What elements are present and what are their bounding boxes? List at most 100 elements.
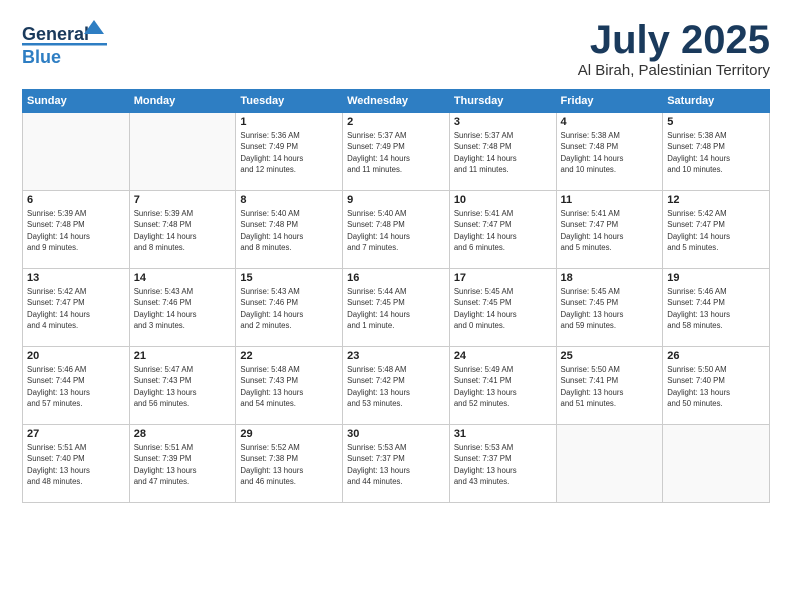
day-number: 29: [240, 428, 338, 440]
calendar-cell: 8 Sunrise: 5:40 AMSunset: 7:48 PMDaylight…: [236, 191, 343, 269]
calendar-cell: 31 Sunrise: 5:53 AMSunset: 7:37 PMDayligh…: [449, 425, 556, 503]
day-info: Sunrise: 5:38 AMSunset: 7:48 PMDaylight:…: [667, 130, 765, 175]
calendar-cell: 17 Sunrise: 5:45 AMSunset: 7:45 PMDayligh…: [449, 269, 556, 347]
calendar-cell: 15 Sunrise: 5:43 AMSunset: 7:46 PMDayligh…: [236, 269, 343, 347]
day-number: 5: [667, 116, 765, 128]
calendar-cell: 13 Sunrise: 5:42 AMSunset: 7:47 PMDayligh…: [23, 269, 130, 347]
day-info: Sunrise: 5:43 AMSunset: 7:46 PMDaylight:…: [240, 286, 338, 331]
calendar-week-4: 20 Sunrise: 5:46 AMSunset: 7:44 PMDayligh…: [23, 347, 770, 425]
day-number: 8: [240, 194, 338, 206]
day-number: 14: [134, 272, 232, 284]
calendar-cell: [556, 425, 663, 503]
calendar-cell: 4Sunrise: 5:38 AMSunset: 7:48 PMDaylight…: [556, 113, 663, 191]
svg-text:Blue: Blue: [22, 47, 61, 67]
calendar-cell: 2 Sunrise: 5:37 AMSunset: 7:49 PMDaylight…: [343, 113, 450, 191]
calendar-table: Sunday Monday Tuesday Wednesday Thursday…: [22, 89, 770, 503]
calendar-cell: 7 Sunrise: 5:39 AMSunset: 7:48 PMDaylight…: [129, 191, 236, 269]
day-info: Sunrise: 5:37 AMSunset: 7:49 PMDaylight:…: [347, 130, 445, 175]
day-info: Sunrise: 5:53 AMSunset: 7:37 PMDaylight:…: [454, 442, 552, 487]
day-info: Sunrise: 5:39 AMSunset: 7:48 PMDaylight:…: [134, 208, 232, 253]
calendar-cell: [129, 113, 236, 191]
col-saturday: Saturday: [663, 90, 770, 113]
page: General Blue July 2025 Al Birah, Palesti…: [0, 0, 792, 612]
day-number: 28: [134, 428, 232, 440]
day-info: Sunrise: 5:50 AMSunset: 7:41 PMDaylight:…: [561, 364, 659, 409]
day-info: Sunrise: 5:51 AMSunset: 7:40 PMDaylight:…: [27, 442, 125, 487]
day-number: 20: [27, 350, 125, 362]
calendar-cell: 28Sunrise: 5:51 AMSunset: 7:39 PMDayligh…: [129, 425, 236, 503]
calendar-cell: 29 Sunrise: 5:52 AMSunset: 7:38 PMDayligh…: [236, 425, 343, 503]
calendar-header-row: Sunday Monday Tuesday Wednesday Thursday…: [23, 90, 770, 113]
day-info: Sunrise: 5:43 AMSunset: 7:46 PMDaylight:…: [134, 286, 232, 331]
day-number: 1: [240, 116, 338, 128]
day-number: 6: [27, 194, 125, 206]
col-friday: Friday: [556, 90, 663, 113]
calendar-week-5: 27 Sunrise: 5:51 AMSunset: 7:40 PMDayligh…: [23, 425, 770, 503]
day-number: 15: [240, 272, 338, 284]
calendar-cell: 30 Sunrise: 5:53 AMSunset: 7:37 PMDayligh…: [343, 425, 450, 503]
calendar-cell: 14 Sunrise: 5:43 AMSunset: 7:46 PMDayligh…: [129, 269, 236, 347]
calendar-week-3: 13 Sunrise: 5:42 AMSunset: 7:47 PMDayligh…: [23, 269, 770, 347]
day-info: Sunrise: 5:38 AMSunset: 7:48 PMDaylight:…: [561, 130, 659, 175]
day-number: 7: [134, 194, 232, 206]
day-number: 21: [134, 350, 232, 362]
day-number: 25: [561, 350, 659, 362]
day-info: Sunrise: 5:37 AMSunset: 7:48 PMDaylight:…: [454, 130, 552, 175]
day-number: 10: [454, 194, 552, 206]
day-info: Sunrise: 5:46 AMSunset: 7:44 PMDaylight:…: [667, 286, 765, 331]
month-title: July 2025: [578, 18, 770, 62]
day-info: Sunrise: 5:48 AMSunset: 7:42 PMDaylight:…: [347, 364, 445, 409]
day-info: Sunrise: 5:41 AMSunset: 7:47 PMDaylight:…: [561, 208, 659, 253]
day-number: 27: [27, 428, 125, 440]
calendar-cell: 6Sunrise: 5:39 AMSunset: 7:48 PMDaylight…: [23, 191, 130, 269]
day-number: 12: [667, 194, 765, 206]
title-block: July 2025 Al Birah, Palestinian Territor…: [578, 18, 770, 79]
day-info: Sunrise: 5:49 AMSunset: 7:41 PMDaylight:…: [454, 364, 552, 409]
calendar-cell: 22Sunrise: 5:48 AMSunset: 7:43 PMDayligh…: [236, 347, 343, 425]
day-number: 30: [347, 428, 445, 440]
calendar-cell: 10 Sunrise: 5:41 AMSunset: 7:47 PMDayligh…: [449, 191, 556, 269]
day-number: 19: [667, 272, 765, 284]
calendar-week-2: 6 Sunrise: 5:39 AMSunset: 7:48 PMDaylight…: [23, 191, 770, 269]
day-number: 9: [347, 194, 445, 206]
calendar-cell: 25 Sunrise: 5:50 AMSunset: 7:41 PMDayligh…: [556, 347, 663, 425]
day-number: 2: [347, 116, 445, 128]
calendar-cell: 21 Sunrise: 5:47 AMSunset: 7:43 PMDayligh…: [129, 347, 236, 425]
day-info: Sunrise: 5:45 AMSunset: 7:45 PMDaylight:…: [454, 286, 552, 331]
calendar-cell: 27 Sunrise: 5:51 AMSunset: 7:40 PMDayligh…: [23, 425, 130, 503]
calendar-cell: 20 Sunrise: 5:46 AMSunset: 7:44 PMDayligh…: [23, 347, 130, 425]
calendar-cell: [663, 425, 770, 503]
day-info: Sunrise: 5:40 AMSunset: 7:48 PMDaylight:…: [240, 208, 338, 253]
col-monday: Monday: [129, 90, 236, 113]
day-number: 23: [347, 350, 445, 362]
col-sunday: Sunday: [23, 90, 130, 113]
day-info: Sunrise: 5:42 AMSunset: 7:47 PMDaylight:…: [27, 286, 125, 331]
day-info: Sunrise: 5:41 AMSunset: 7:47 PMDaylight:…: [454, 208, 552, 253]
day-number: 3: [454, 116, 552, 128]
day-number: 16: [347, 272, 445, 284]
day-info: Sunrise: 5:44 AMSunset: 7:45 PMDaylight:…: [347, 286, 445, 331]
calendar-week-1: 1Sunrise: 5:36 AMSunset: 7:49 PMDaylight…: [23, 113, 770, 191]
location: Al Birah, Palestinian Territory: [578, 62, 770, 79]
day-info: Sunrise: 5:47 AMSunset: 7:43 PMDaylight:…: [134, 364, 232, 409]
day-info: Sunrise: 5:46 AMSunset: 7:44 PMDaylight:…: [27, 364, 125, 409]
calendar-cell: 23 Sunrise: 5:48 AMSunset: 7:42 PMDayligh…: [343, 347, 450, 425]
calendar-cell: 1Sunrise: 5:36 AMSunset: 7:49 PMDaylight…: [236, 113, 343, 191]
header: General Blue July 2025 Al Birah, Palesti…: [22, 18, 770, 79]
calendar-cell: [23, 113, 130, 191]
day-number: 31: [454, 428, 552, 440]
calendar-cell: 12 Sunrise: 5:42 AMSunset: 7:47 PMDayligh…: [663, 191, 770, 269]
day-info: Sunrise: 5:42 AMSunset: 7:47 PMDaylight:…: [667, 208, 765, 253]
calendar-cell: 24Sunrise: 5:49 AMSunset: 7:41 PMDayligh…: [449, 347, 556, 425]
calendar-cell: 26Sunrise: 5:50 AMSunset: 7:40 PMDayligh…: [663, 347, 770, 425]
day-number: 13: [27, 272, 125, 284]
col-wednesday: Wednesday: [343, 90, 450, 113]
logo: General Blue: [22, 18, 112, 70]
col-thursday: Thursday: [449, 90, 556, 113]
day-info: Sunrise: 5:53 AMSunset: 7:37 PMDaylight:…: [347, 442, 445, 487]
day-info: Sunrise: 5:52 AMSunset: 7:38 PMDaylight:…: [240, 442, 338, 487]
day-number: 22: [240, 350, 338, 362]
day-number: 17: [454, 272, 552, 284]
day-number: 11: [561, 194, 659, 206]
day-info: Sunrise: 5:40 AMSunset: 7:48 PMDaylight:…: [347, 208, 445, 253]
